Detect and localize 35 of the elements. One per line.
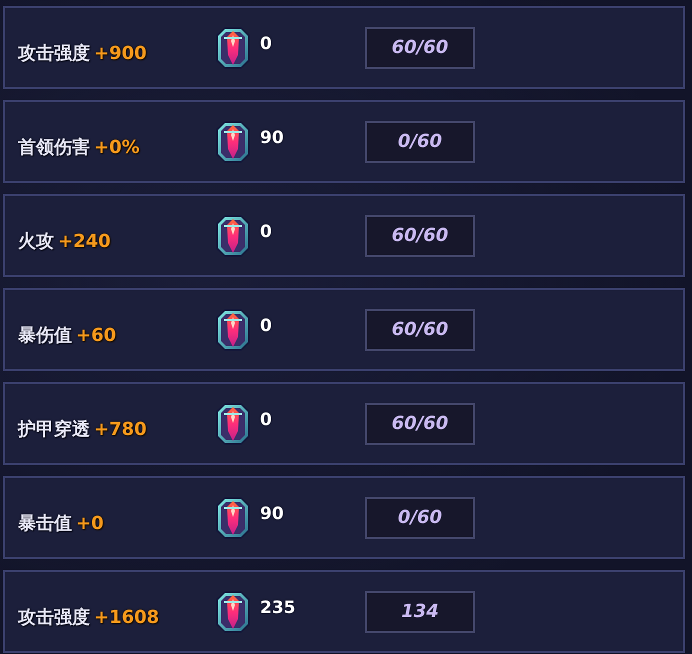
progress-counter: 60/60 <box>365 26 475 68</box>
gem-icon <box>216 120 250 162</box>
gem-icon <box>216 590 250 632</box>
stat-bonus: +780 <box>94 418 147 440</box>
stat-name: 攻击强度 <box>18 606 90 628</box>
progress-counter: 0/60 <box>365 120 475 162</box>
stat-name: 攻击强度 <box>18 42 90 64</box>
gem-count: 0 <box>260 222 272 242</box>
gem-count: 90 <box>260 128 284 148</box>
stat-bonus: +1608 <box>94 606 160 628</box>
stat-bonus: +240 <box>58 230 111 252</box>
stat-bonus: +900 <box>94 42 147 64</box>
stat-bonus: +0% <box>94 136 140 158</box>
gem-count: 235 <box>260 598 296 618</box>
gem-icon <box>216 308 250 350</box>
progress-counter: 60/60 <box>365 308 475 350</box>
stat-name: 首领伤害 <box>18 136 90 158</box>
gem-count: 0 <box>260 316 272 336</box>
stat-bonus: +60 <box>76 324 116 346</box>
stat-name: 暴击值 <box>18 512 72 534</box>
gem-icon <box>216 214 250 256</box>
gem-icon <box>216 496 250 538</box>
stat-name: 护甲穿透 <box>18 418 90 440</box>
gem-count: 90 <box>260 504 284 524</box>
progress-counter: 0/60 <box>365 496 475 538</box>
stat-name: 暴伤值 <box>18 324 72 346</box>
gem-count: 0 <box>260 34 272 54</box>
progress-counter: 134 <box>365 590 475 632</box>
gem-icon <box>216 402 250 444</box>
progress-counter: 60/60 <box>365 214 475 256</box>
gem-icon <box>216 26 250 68</box>
stat-bonus: +0 <box>76 512 104 534</box>
progress-counter: 60/60 <box>365 402 475 444</box>
stat-name: 火攻 <box>18 230 54 252</box>
gem-count: 0 <box>260 410 272 430</box>
